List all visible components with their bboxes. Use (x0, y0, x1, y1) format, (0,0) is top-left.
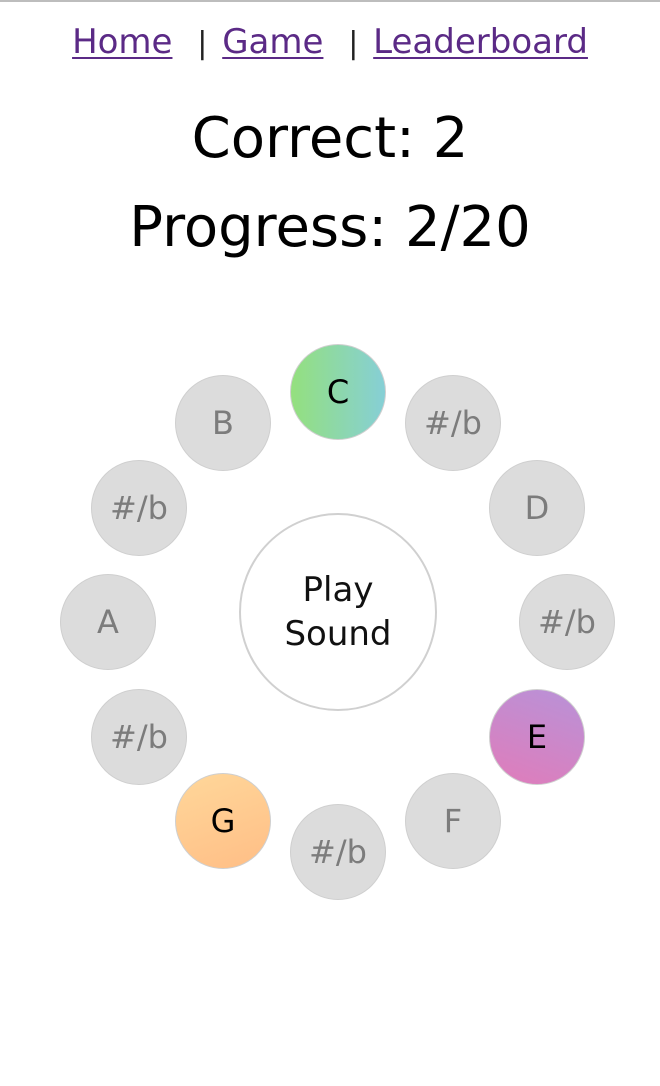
note-button-f-sharp[interactable]: #/b (290, 804, 386, 900)
note-wheel: C #/b D #/b E F #/b G #/b A #/b B Play S… (0, 0, 660, 1086)
note-button-c[interactable]: C (290, 344, 386, 440)
note-button-b[interactable]: B (175, 375, 271, 471)
play-sound-button[interactable]: Play Sound (239, 513, 437, 711)
note-button-e[interactable]: E (489, 689, 585, 785)
note-button-g-sharp[interactable]: #/b (91, 689, 187, 785)
note-button-g[interactable]: G (175, 773, 271, 869)
note-button-d-sharp[interactable]: #/b (519, 574, 615, 670)
note-button-a-sharp[interactable]: #/b (91, 460, 187, 556)
note-button-d[interactable]: D (489, 460, 585, 556)
note-button-a[interactable]: A (60, 574, 156, 670)
play-sound-label: Play Sound (284, 570, 392, 654)
note-button-f[interactable]: F (405, 773, 501, 869)
note-button-c-sharp[interactable]: #/b (405, 375, 501, 471)
